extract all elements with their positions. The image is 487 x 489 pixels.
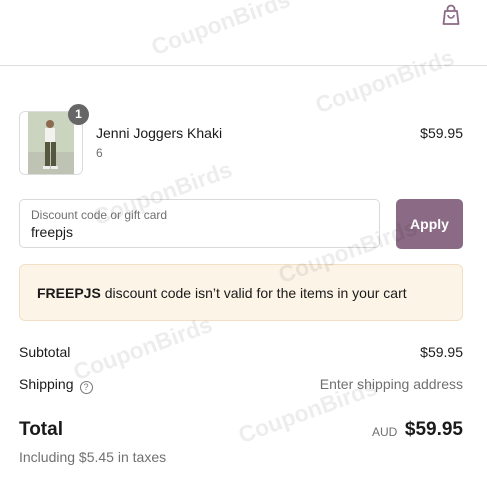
discount-error-message: FREEPJS discount code isn’t valid for th…	[37, 285, 407, 301]
discount-code-label: Discount code or gift card	[31, 208, 168, 222]
product-variant: 6	[96, 146, 103, 160]
discount-error-notice: FREEPJS discount code isn’t valid for th…	[19, 264, 463, 321]
shipping-row: Shipping? Enter shipping address	[19, 376, 463, 394]
product-title: Jenni Joggers Khaki	[96, 125, 223, 141]
total-label: Total	[19, 419, 63, 440]
taxes-note: Including $5.45 in taxes	[19, 449, 167, 465]
cart-line-item: 1 Jenni Joggers Khaki 6 $59.95	[19, 104, 463, 175]
currency-code: AUD	[372, 425, 398, 439]
apply-discount-button[interactable]: Apply	[396, 199, 463, 249]
discount-code-name: FREEPJS	[37, 285, 101, 301]
shipping-value: Enter shipping address	[319, 376, 463, 392]
quantity-badge: 1	[68, 104, 89, 125]
subtotal-row: Subtotal $59.95	[19, 344, 463, 360]
discount-error-text: discount code isn’t valid for the items …	[100, 285, 407, 301]
checkout-header	[0, 0, 487, 66]
total-amount: $59.95	[404, 419, 463, 440]
discount-code-input[interactable]	[30, 223, 361, 241]
shopping-bag-icon[interactable]	[440, 3, 462, 27]
discount-code-field[interactable]: Discount code or gift card	[19, 199, 380, 248]
shipping-label: Shipping	[19, 376, 74, 392]
subtotal-label: Subtotal	[19, 344, 71, 360]
help-icon[interactable]: ?	[79, 381, 93, 394]
subtotal-value: $59.95	[420, 344, 463, 360]
product-price: $59.95	[420, 125, 463, 141]
